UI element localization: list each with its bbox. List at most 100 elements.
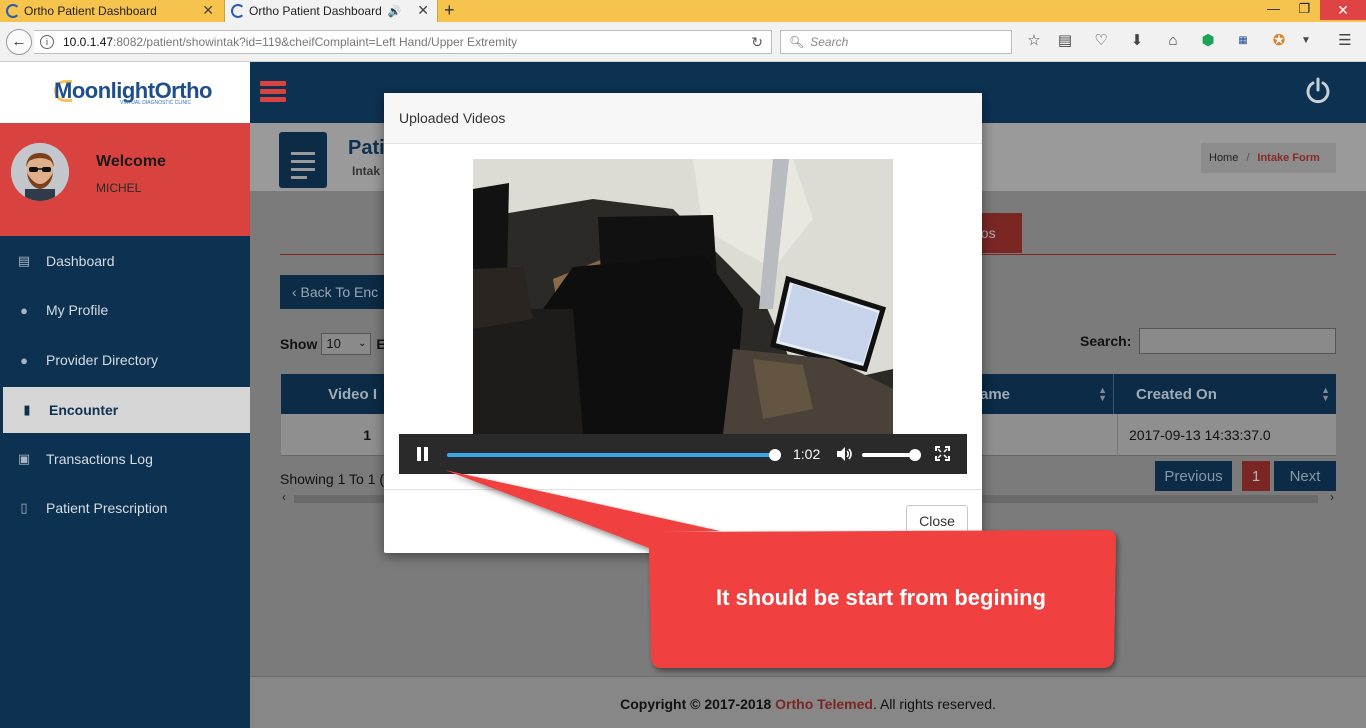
sidebar-item-dashboard[interactable]: ▤ Dashboard [0, 238, 250, 284]
annotation-text: It should be start from begining [716, 585, 1046, 610]
breadcrumb-home[interactable]: Home [1209, 152, 1238, 164]
file-text-icon: ▯ [20, 500, 28, 515]
browser-tab-2-active[interactable]: Ortho Patient Dashboard 🔊 ✕ [224, 0, 438, 22]
info-icon[interactable]: i [40, 35, 54, 49]
volume-icon[interactable] [835, 445, 853, 463]
chevron-down-icon: ⌄ [357, 338, 367, 349]
sidebar-item-my-profile[interactable]: ● My Profile [0, 287, 250, 333]
menu-toggle-icon[interactable] [260, 81, 286, 103]
pocket-icon[interactable]: ♡ [1092, 32, 1110, 50]
seek-handle[interactable] [769, 449, 781, 461]
table-search-label: Search: [1080, 333, 1132, 349]
modal-header: Uploaded Videos [384, 93, 982, 144]
sidebar-item-label: Transactions Log [46, 451, 153, 467]
column-header-created-on[interactable]: Created On ▲ ▼ [1117, 374, 1336, 414]
sidebar-item-provider-directory[interactable]: ● Provider Directory [0, 337, 250, 383]
dashboard-icon: ▤ [17, 253, 31, 268]
sidebar-item-label: Dashboard [46, 253, 115, 269]
sidebar-item-label: Encounter [49, 402, 119, 418]
new-tab-icon[interactable]: + [444, 0, 455, 20]
user-icon: ● [20, 302, 28, 318]
pagination-next-button[interactable]: Next [1274, 461, 1336, 491]
speaker-icon[interactable]: 🔊 [388, 5, 402, 18]
minimize-icon[interactable]: — [1267, 1, 1280, 16]
breadcrumb: Home / Intake Form [1201, 143, 1336, 173]
reload-icon[interactable]: ↻ [751, 34, 763, 51]
file-icon: ▮ [23, 402, 31, 417]
browser-tab-1[interactable]: Ortho Patient Dashboard ✕ [0, 0, 222, 22]
avatar [11, 143, 69, 201]
power-icon[interactable] [1304, 76, 1332, 104]
sidebar-item-transactions-log[interactable]: ▣ Transactions Log [0, 436, 250, 482]
tab-title: Ortho Patient Dashboard [24, 4, 157, 18]
breadcrumb-current: Intake Form [1257, 152, 1320, 164]
copyright-text: Copyright © 2017-2018 Ortho Telemed. All… [620, 696, 996, 712]
extension-orange-icon[interactable]: ✪ [1270, 32, 1288, 50]
page-title: Pati [348, 137, 385, 159]
seek-bar-fill [447, 453, 775, 457]
table-search-input[interactable] [1139, 328, 1336, 354]
volume-slider[interactable] [862, 449, 922, 461]
window-close-icon[interactable]: ✕ [1320, 0, 1366, 20]
tab-title: Ortho Patient Dashboard [249, 4, 382, 18]
extension-green-icon[interactable]: ⬢ [1199, 32, 1217, 50]
url-bar[interactable]: i 10.0.1.47:8082/patient/showintak?id=11… [34, 30, 772, 54]
seek-bar[interactable] [447, 449, 781, 461]
sort-icon: ▲ ▼ [1321, 385, 1330, 403]
sidebar-item-encounter[interactable]: ▮ Encounter [0, 387, 250, 433]
reading-list-icon[interactable]: ▤ [1056, 32, 1074, 50]
close-button[interactable]: Close [906, 505, 968, 537]
url-host: 10.0.1.47 [63, 35, 114, 49]
money-icon: ▣ [17, 451, 31, 466]
search-icon: 🔍︎ [789, 35, 805, 49]
pagination-page-1[interactable]: 1 [1242, 461, 1270, 491]
back-to-encounter-button[interactable]: ‹ Back To Enc [280, 275, 390, 309]
sidebar-item-label: Provider Directory [46, 352, 159, 368]
user-md-icon: ● [20, 352, 28, 368]
close-tab-icon[interactable]: ✕ [417, 2, 429, 19]
cell-created-on: 2017-09-13 14:33:37.0 [1117, 414, 1336, 456]
video-controls: 1:02 [399, 434, 967, 474]
browser-search-input[interactable]: 🔍︎ Search [780, 30, 1012, 54]
playback-time: 1:02 [793, 446, 821, 462]
footer: Copyright © 2017-2018 Ortho Telemed. All… [250, 676, 1366, 728]
video-frame[interactable] [473, 159, 893, 434]
browser-navbar: ← i 10.0.1.47:8082/patient/showintak?id=… [0, 22, 1366, 62]
column-header-name[interactable]: ame ▲ ▼ [978, 374, 1114, 414]
scroll-right-icon[interactable]: › [1330, 490, 1334, 504]
sidebar-item-label: Patient Prescription [46, 500, 168, 516]
fullscreen-icon[interactable] [935, 446, 950, 461]
breadcrumb-separator: / [1246, 152, 1250, 164]
pause-icon[interactable] [417, 447, 429, 461]
modal-footer-divider [384, 489, 982, 490]
home-icon[interactable]: ⌂ [1164, 32, 1182, 50]
table-info: Showing 1 To 1 ( [280, 471, 385, 487]
close-tab-icon[interactable]: ✕ [202, 2, 214, 19]
page-subtitle: Intak [352, 164, 381, 178]
column-header-video[interactable]: Video I [281, 374, 383, 414]
hamburger-menu-icon[interactable]: ☰ [1336, 32, 1354, 50]
favicon-icon [6, 4, 20, 18]
extension-new-icon[interactable]: ▦ [1234, 32, 1252, 50]
download-icon[interactable]: ⬇ [1128, 32, 1146, 50]
pagination-previous-button[interactable]: Previous [1155, 461, 1232, 491]
sidebar-item-label: My Profile [46, 302, 109, 318]
scroll-left-icon[interactable]: ‹ [282, 490, 286, 504]
sidebar: Welcome MICHEL ▤ Dashboard ● My Profile … [0, 123, 250, 728]
cell-number: 1 [363, 427, 371, 443]
entries-select[interactable]: 10 ⌄ [321, 333, 372, 355]
search-placeholder: Search [810, 35, 849, 49]
dropdown-chevron-icon[interactable]: ▼ [1297, 32, 1315, 50]
url-path: :8082/patient/showintak?id=119&cheifComp… [113, 35, 518, 49]
welcome-title: Welcome [96, 153, 166, 170]
restore-icon[interactable]: ❐ [1298, 1, 1310, 17]
sidebar-item-patient-prescription[interactable]: ▯ Patient Prescription [0, 485, 250, 531]
back-arrow-icon[interactable]: ← [6, 29, 32, 55]
browser-tab-strip: Ortho Patient Dashboard ✕ Ortho Patient … [0, 0, 1366, 22]
document-icon [279, 132, 327, 188]
bookmark-star-icon[interactable]: ☆ [1025, 32, 1043, 50]
volume-handle[interactable] [909, 449, 922, 461]
welcome-panel: Welcome MICHEL [0, 123, 250, 236]
uploaded-videos-modal: Uploaded Videos 1:02 Close [384, 93, 982, 553]
footer-brand-link[interactable]: Ortho Telemed [775, 696, 873, 712]
